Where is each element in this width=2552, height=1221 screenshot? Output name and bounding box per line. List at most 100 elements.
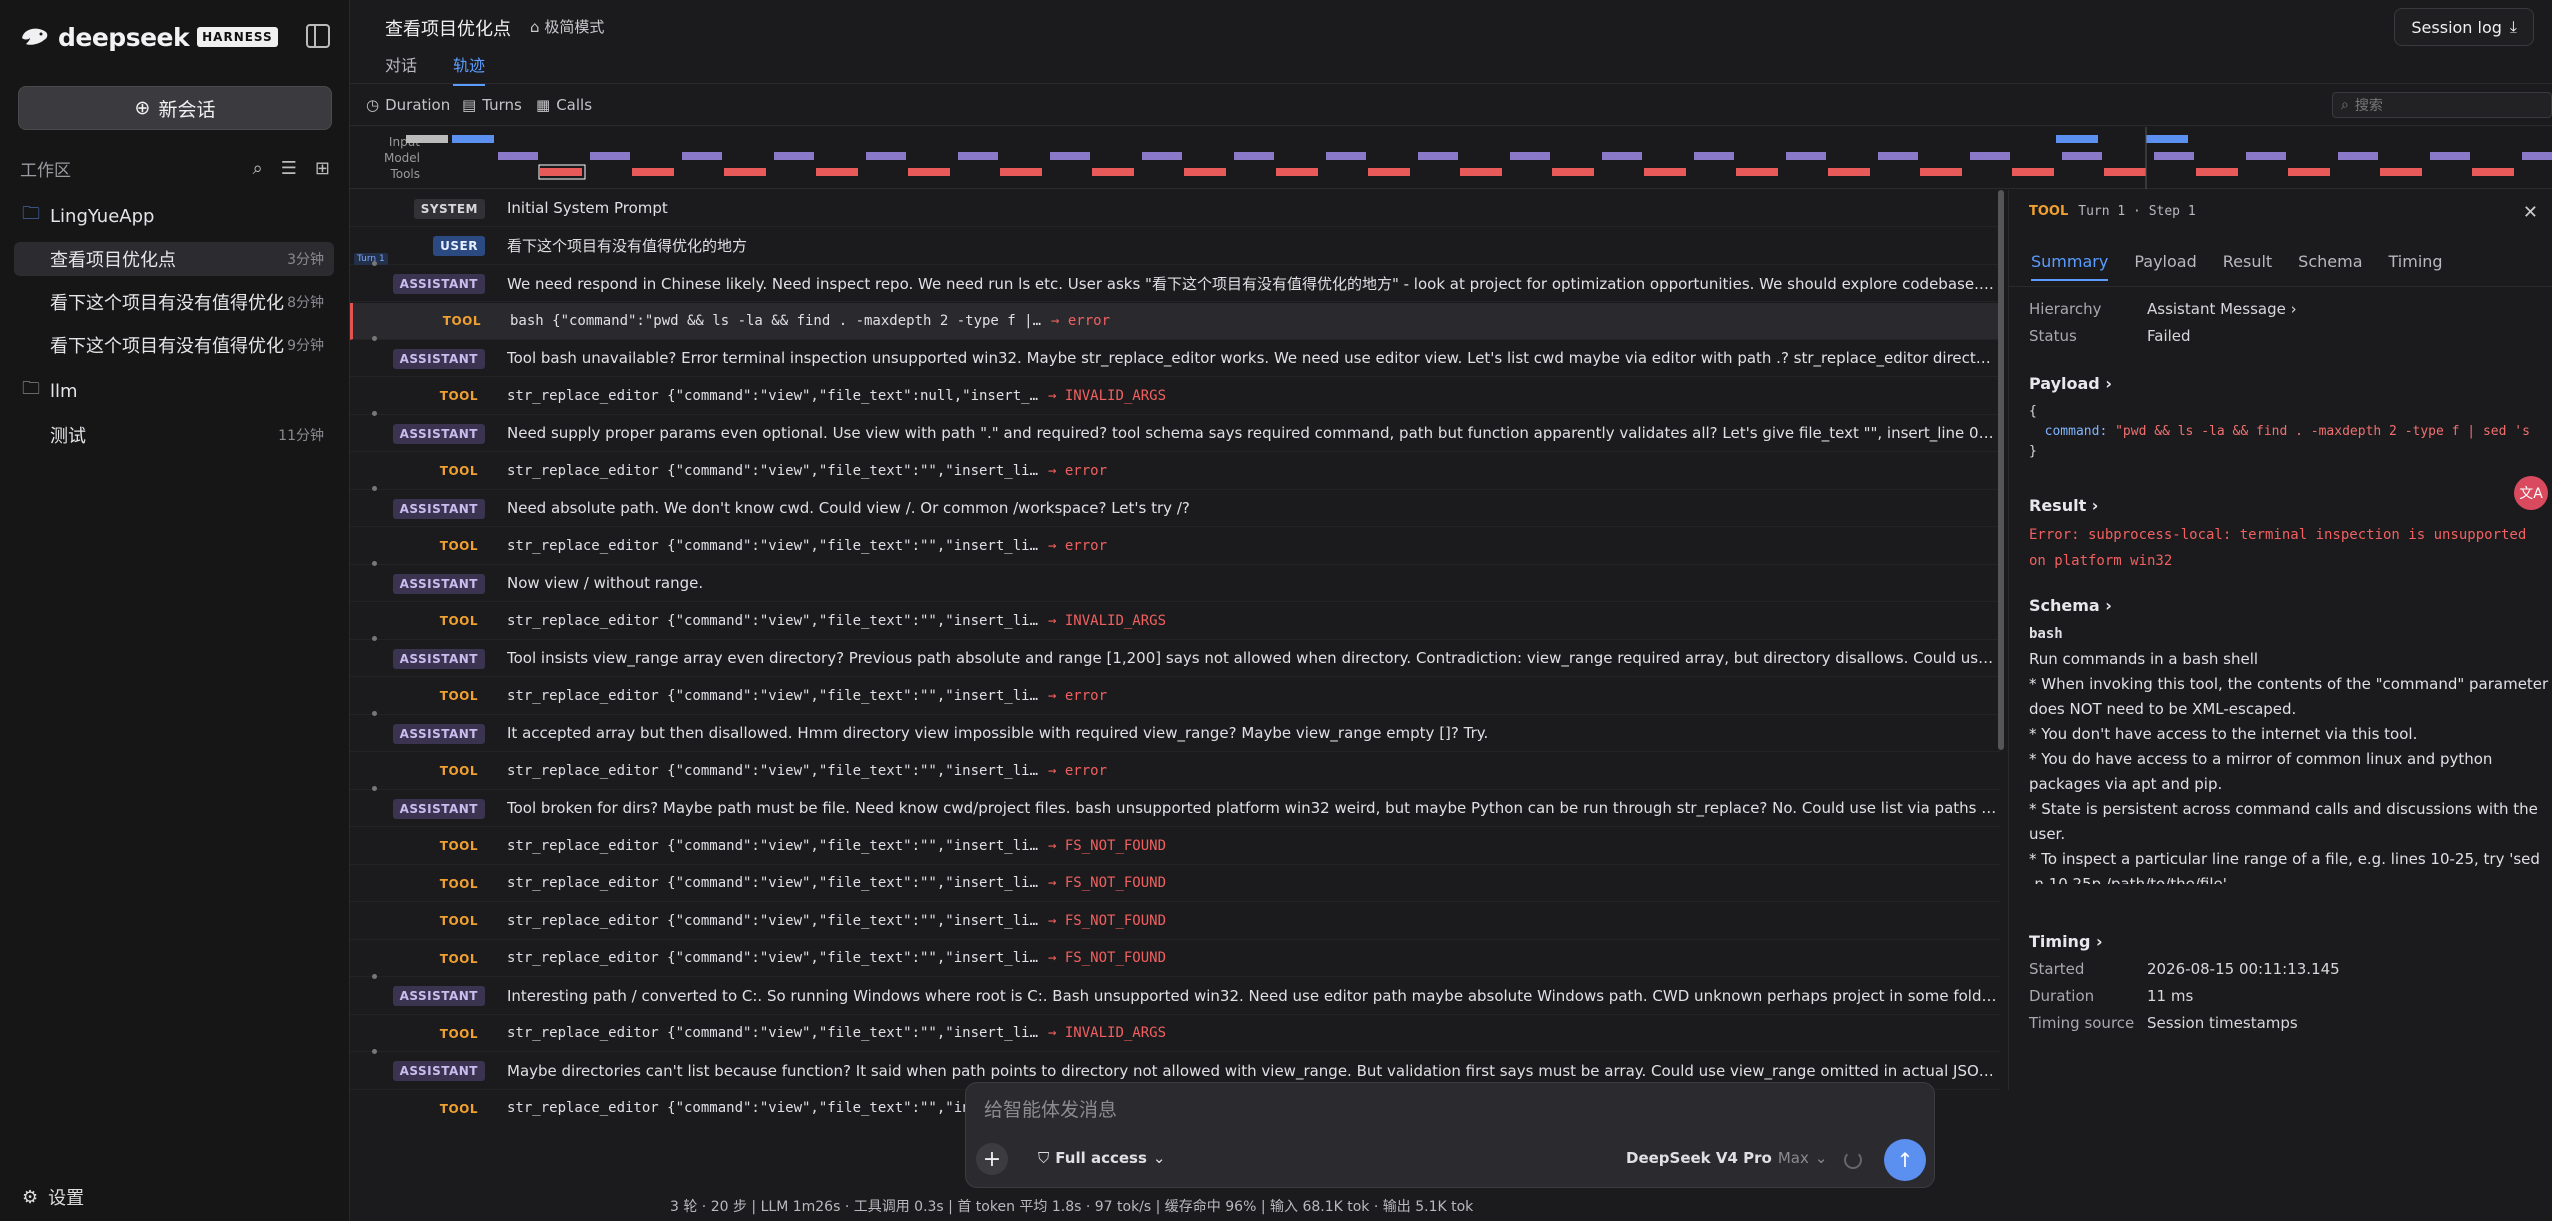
trace-row[interactable]: TOOL str_replace_editor {"command":"view"… <box>350 865 2000 902</box>
trace-row[interactable]: TOOL str_replace_editor {"command":"view"… <box>350 903 2000 940</box>
payload-section-title[interactable]: Payload › <box>2029 374 2112 393</box>
trace-row[interactable]: TOOL str_replace_editor {"command":"view"… <box>350 828 2000 865</box>
timing-section-title[interactable]: Timing › <box>2029 932 2103 951</box>
detail-step: Turn 1 · Step 1 <box>2078 204 2196 219</box>
trace-row[interactable]: ASSISTANT Need absolute path. We don't kn… <box>350 486 2000 527</box>
new-chat-button[interactable]: ⊕ 新会话 <box>18 86 332 130</box>
model-selector[interactable]: DeepSeek V4 Pro Max ⌄ <box>1626 1149 1827 1167</box>
role-badge: ASSISTANT <box>350 723 485 744</box>
trace-row[interactable]: TOOL str_replace_editor {"command":"view"… <box>350 678 2000 715</box>
timeline-tool-bar <box>2472 168 2514 176</box>
trace-row[interactable]: Turn 1 USER 看下这个项目有没有值得优化的地方 <box>350 228 2000 265</box>
brand-badge: HARNESS <box>197 27 278 47</box>
trace-row[interactable]: TOOL str_replace_editor {"command":"view"… <box>350 940 2000 977</box>
trace-row[interactable]: TOOL str_replace_editor {"command":"view"… <box>350 378 2000 415</box>
session-item[interactable]: 测试 11分钟 <box>14 418 334 452</box>
send-button[interactable]: ↑ <box>1884 1139 1926 1181</box>
turns-filter[interactable]: ▤ Turns <box>462 96 522 114</box>
trace-row[interactable]: TOOL str_replace_editor {"command":"view"… <box>350 528 2000 565</box>
session-log-button[interactable]: Session log ⤓ <box>2394 8 2534 46</box>
trace-row[interactable]: ASSISTANT We need respond in Chinese like… <box>350 261 2000 302</box>
tab-timing[interactable]: Timing <box>2389 252 2443 281</box>
hierarchy-link[interactable]: Assistant Message › <box>2147 300 2297 318</box>
trace-row[interactable]: ASSISTANT Tool broken for dirs? Maybe pat… <box>350 786 2000 827</box>
trace-row[interactable]: TOOL str_replace_editor {"command":"view"… <box>350 603 2000 640</box>
row-content: It accepted array but then disallowed. H… <box>507 724 1489 742</box>
row-text: 看下这个项目有没有值得优化的地方 <box>507 235 1997 256</box>
timeline[interactable]: Input Model Tools <box>350 127 2552 189</box>
brand-logo[interactable]: deepseek HARNESS <box>20 22 278 52</box>
trace-row[interactable]: TOOL str_replace_editor {"command":"view"… <box>350 453 2000 490</box>
tab-schema[interactable]: Schema <box>2298 252 2362 281</box>
timeline-model-bar <box>866 152 906 160</box>
chevron-down-icon: ⌄ <box>1814 1149 1828 1167</box>
trace-scrollbar[interactable] <box>1998 190 2004 750</box>
trace-row[interactable]: TOOL str_replace_editor {"command":"view"… <box>350 753 2000 790</box>
new-folder-icon[interactable]: ⊞ <box>315 158 330 179</box>
folder-lingyueapp[interactable]: 🗀 LingYueApp <box>22 201 154 231</box>
role-badge: ASSISTANT <box>350 423 485 444</box>
role-label: ASSISTANT <box>392 798 485 819</box>
trace-row[interactable]: ASSISTANT Interesting path / converted to… <box>350 973 2000 1015</box>
access-label: Full access <box>1055 1149 1147 1167</box>
role-label: TOOL <box>439 389 478 403</box>
duration-filter[interactable]: ◷ Duration <box>366 96 450 114</box>
role-badge: TOOL <box>353 310 488 331</box>
turns-label: Turns <box>482 96 522 114</box>
mode-toggle[interactable]: ⌂ 极简模式 <box>530 16 604 37</box>
row-content: Now view / without range. <box>507 574 704 592</box>
list-icon: ▤ <box>462 96 477 114</box>
main-panel: 查看项目优化点 ⌂ 极简模式 对话 轨迹 Session log ⤓ ◷ Dura… <box>350 0 2552 1221</box>
trace-search-input[interactable]: ⌕ 搜索 <box>2332 92 2552 118</box>
trace-row[interactable]: ASSISTANT It accepted array but then disa… <box>350 711 2000 752</box>
trace-row[interactable]: TOOL str_replace_editor {"command":"view"… <box>350 1015 2000 1052</box>
schema-section-title[interactable]: Schema › <box>2029 596 2112 615</box>
folder-llm[interactable]: 🗀 llm <box>22 376 78 406</box>
row-content: str_replace_editor {"command":"view","fi… <box>507 1025 1039 1041</box>
calls-filter[interactable]: ▦ Calls <box>536 96 592 114</box>
timing-source-row: Timing source Session timestamps <box>2029 1014 2298 1032</box>
result-section-title[interactable]: Result › <box>2029 496 2098 515</box>
row-content: str_replace_editor {"command":"view","fi… <box>507 950 1039 966</box>
timeline-model-bar <box>1510 152 1550 160</box>
tab-trace[interactable]: 轨迹 <box>453 52 486 86</box>
settings-button[interactable]: ⚙ 设置 <box>22 1184 84 1210</box>
message-input[interactable]: 给智能体发消息 <box>984 1095 1117 1122</box>
role-badge: ASSISTANT <box>350 348 485 369</box>
role-label: TOOL <box>439 464 478 478</box>
attach-button[interactable]: + <box>976 1143 1008 1175</box>
sidebar-toggle-icon[interactable] <box>306 24 330 48</box>
tab-payload[interactable]: Payload <box>2134 252 2196 281</box>
row-text: str_replace_editor {"command":"view","fi… <box>507 838 1997 854</box>
divider <box>2009 286 2552 287</box>
tab-summary[interactable]: Summary <box>2031 252 2109 281</box>
row-status: → error <box>1048 687 1108 704</box>
timeline-tool-bar <box>2288 168 2330 176</box>
chevron-right-icon: › <box>2095 932 2103 951</box>
mode-label: 极简模式 <box>544 18 605 36</box>
trace-row[interactable]: ASSISTANT Tool insists view_range array e… <box>350 636 2000 677</box>
chevron-right-icon: › <box>2105 374 2112 393</box>
tab-result[interactable]: Result <box>2223 252 2272 281</box>
session-item[interactable]: 看下这个项目有没有值得优化 9分钟 <box>14 328 334 362</box>
schema-line: * You do have access to a mirror of comm… <box>2029 750 2493 793</box>
translate-icon[interactable]: 文A <box>2514 476 2548 510</box>
role-badge: ASSISTANT <box>350 798 485 819</box>
search-icon[interactable]: ⌕ <box>253 158 263 179</box>
trace-row[interactable]: SYSTEM Initial System Prompt <box>350 190 2000 227</box>
access-selector[interactable]: ⛉ Full access ⌄ <box>1038 1149 1165 1167</box>
filter-icon[interactable]: ☰ <box>281 158 297 179</box>
session-item[interactable]: 看下这个项目有没有值得优化 8分钟 <box>14 285 334 319</box>
trace-row[interactable]: ASSISTANT Tool bash unavailable? Error te… <box>350 336 2000 377</box>
timeline-model-bar <box>590 152 630 160</box>
role-badge: TOOL <box>350 385 485 406</box>
tab-conversation[interactable]: 对话 <box>385 52 417 86</box>
timeline-tool-bar <box>1092 168 1134 176</box>
trace-row[interactable]: TOOL bash {"command":"pwd && ls -la && fi… <box>350 302 2000 340</box>
timeline-tool-bar <box>816 168 858 176</box>
trace-row[interactable]: ASSISTANT Need supply proper params even … <box>350 411 2000 452</box>
arrow-up-icon: ↑ <box>1896 1148 1914 1172</box>
session-item[interactable]: 查看项目优化点 3分钟 <box>14 242 334 276</box>
trace-row[interactable]: ASSISTANT Now view / without range. <box>350 561 2000 602</box>
close-icon[interactable]: ✕ <box>2523 202 2538 223</box>
